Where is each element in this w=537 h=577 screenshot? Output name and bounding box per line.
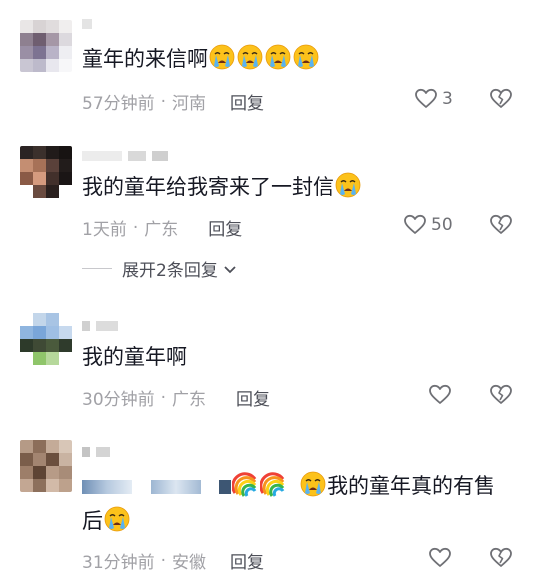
comment-meta: 1天前 · 广东 回复 [82,215,242,241]
loudly-crying-face-icon [335,172,361,198]
like-button[interactable] [428,383,456,407]
broken-heart-outline-icon[interactable] [489,546,513,570]
like-count: 3 [442,89,453,109]
meta-separator: · [132,217,139,238]
avatar[interactable] [20,440,72,492]
meta-separator: · [160,387,167,408]
loudly-crying-face-icon [293,44,319,70]
comment-time: 30分钟前 [82,390,155,410]
broken-heart-outline-icon[interactable] [489,87,513,111]
mentioned-user[interactable] [150,480,201,494]
like-count: 50 [431,215,453,235]
avatar[interactable] [20,20,72,72]
rainbow-icon [232,472,257,497]
comment-text: 我的童年啊 [82,345,187,369]
comment-location: 广东 [144,220,179,240]
reply-button[interactable]: 回复 [230,89,264,114]
username[interactable] [82,446,110,458]
mentioned-user[interactable] [82,480,132,494]
loudly-crying-face-icon [265,44,291,70]
like-button[interactable]: 3 [414,87,453,111]
broken-heart-outline-icon[interactable] [489,213,513,237]
comment-location: 安徽 [172,553,207,573]
reply-button[interactable]: 回复 [208,215,242,240]
avatar[interactable] [20,313,72,365]
heart-outline-icon [429,384,451,404]
chevron-down-icon [224,265,236,273]
loudly-crying-face-icon [300,471,326,497]
comment-text-continued: 后 [82,506,131,536]
heart-outline-icon [404,214,426,234]
like-button[interactable]: 50 [403,213,453,237]
heart-outline-icon [415,88,437,108]
comment-meta: 57分钟前 · 河南 回复 [82,89,264,115]
reply-button[interactable]: 回复 [230,548,264,573]
username[interactable] [82,320,118,332]
avatar[interactable] [20,146,72,198]
comment-time: 1天前 [82,220,127,240]
username[interactable] [82,150,168,162]
comment-time: 57分钟前 [82,94,155,114]
username[interactable] [82,18,92,30]
meta-separator: · [160,91,167,112]
comment-text: 我的童年给我寄来了一封信 [82,172,362,202]
divider [82,268,112,269]
expand-replies-label: 展开2条回复 [122,261,218,281]
broken-heart-outline-icon[interactable] [489,383,513,407]
loudly-crying-face-icon [237,44,263,70]
comment-text: 童年的来信啊 [82,44,320,74]
comment-meta: 30分钟前 · 广东 回复 [82,385,270,411]
loudly-crying-face-icon [104,506,130,532]
rainbow-icon [260,472,285,497]
comment-meta: 31分钟前 · 安徽 回复 [82,548,264,574]
expand-replies-button[interactable]: 展开2条回复 [82,256,238,281]
comment-text: 我的童年真的有售 [82,471,495,501]
heart-outline-icon [429,547,451,567]
like-button[interactable] [428,546,456,570]
comment-time: 31分钟前 [82,553,155,573]
comment-location: 河南 [172,94,207,114]
loudly-crying-face-icon [209,44,235,70]
comment-location: 广东 [172,390,207,410]
mentioned-user[interactable] [219,480,232,494]
reply-button[interactable]: 回复 [236,385,270,410]
meta-separator: · [160,550,167,571]
